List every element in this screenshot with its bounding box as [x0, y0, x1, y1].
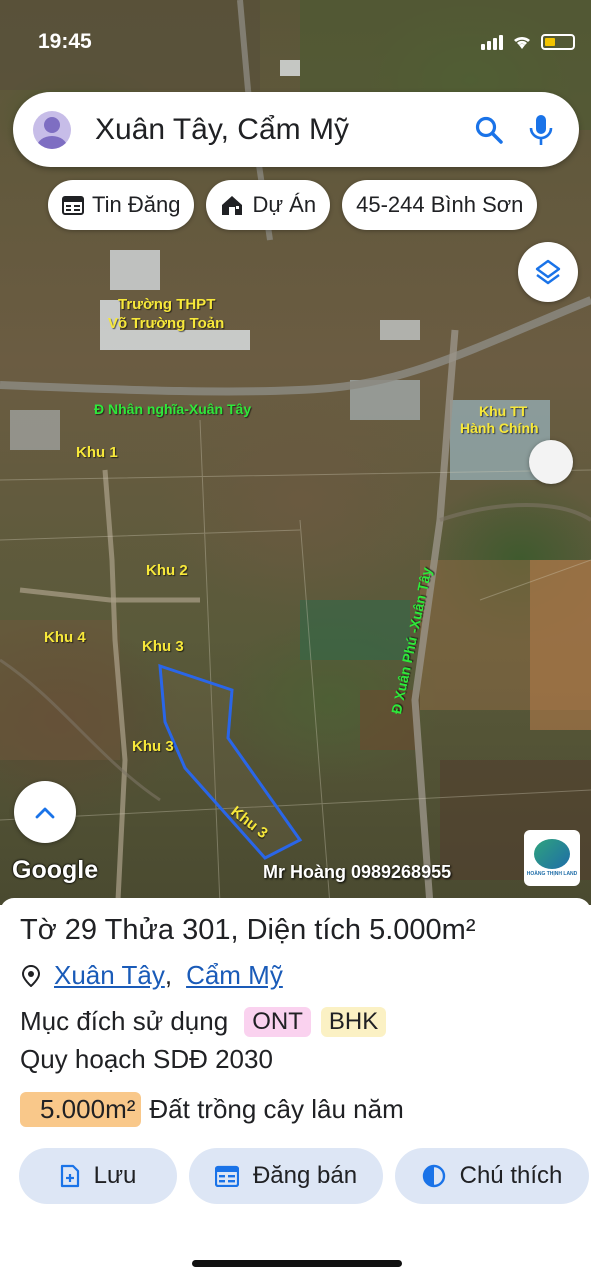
watermark: Mr Hoàng 0989268955: [263, 862, 452, 882]
area-label: Diện tích: [246, 914, 362, 946]
planning-area-badge: 5.000m²: [20, 1092, 142, 1127]
avatar[interactable]: [33, 110, 71, 149]
chip-tin-dang[interactable]: Tin Đăng: [48, 180, 195, 230]
expand-button[interactable]: [14, 781, 76, 843]
map-label-khu-1: Khu 1: [76, 444, 118, 461]
status-time: 19:45: [38, 30, 92, 53]
chip-location[interactable]: 45-244 Bình Sơn: [342, 180, 538, 230]
google-attribution: Google: [12, 856, 99, 884]
brand-text: HOÀNG THỊNH LAND: [526, 871, 578, 877]
district-link[interactable]: Cẩm Mỹ: [186, 960, 283, 991]
commune-link[interactable]: Xuân Tây: [54, 960, 165, 991]
status-bar: 19:45: [0, 0, 591, 84]
sheet-number: 29: [64, 914, 98, 946]
planning-use: Đất trồng cây lâu năm: [149, 1094, 404, 1124]
wifi-icon: [514, 36, 530, 49]
map-label-school: Trường THPT: [118, 296, 216, 313]
map-label-khu-4: Khu 4: [44, 629, 86, 646]
parcel-title: Tờ 29 Thửa 301, Diện tích 5.000m²: [20, 914, 476, 946]
parcel-info-sheet: Tờ 29 Thửa 301, Diện tích 5.000m² Xuân T…: [0, 898, 591, 1280]
chip-label: 45-244 Bình Sơn: [356, 192, 524, 217]
action-buttons: Lưu Đăng bán Chú thích: [19, 1148, 589, 1204]
battery-icon: [541, 34, 575, 50]
lot-label: Thửa: [104, 914, 174, 946]
filter-chips: Tin Đăng Dự Án 45-244 Bình Sơn: [48, 180, 538, 230]
contrast-icon: [422, 1164, 445, 1188]
location-button[interactable]: [529, 440, 573, 484]
brand-logo: HOÀNG THỊNH LAND: [524, 830, 580, 886]
home-indicator[interactable]: [192, 1260, 402, 1267]
legend-button[interactable]: Chú thích: [395, 1148, 589, 1204]
planning-area-row: 5.000m² Đất trồng cây lâu năm: [20, 1092, 404, 1127]
layers-button[interactable]: [518, 242, 578, 302]
calendar-icon: [62, 196, 84, 215]
layers-icon: [535, 259, 561, 285]
microphone-icon[interactable]: [521, 110, 561, 150]
search-bar[interactable]: Xuân Tây, Cẩm Mỹ: [13, 92, 579, 167]
map-label-admin-2: Hành Chính: [460, 420, 539, 436]
search-icon[interactable]: [469, 110, 509, 150]
house-icon: [222, 196, 243, 215]
area-unit: m²: [441, 914, 476, 946]
map-label-khu-3: Khu 3: [132, 738, 174, 755]
map-label-khu-3: Khu 3: [142, 638, 184, 655]
land-use-row: Mục đích sử dụng ONT BHK: [20, 1006, 387, 1037]
legend-button-label: Chú thích: [459, 1162, 563, 1189]
save-button-label: Lưu: [93, 1162, 137, 1189]
map-view[interactable]: 19:45 Xuân Tây, Cẩm Mỹ Tin Đăng Dự Án 45…: [0, 0, 591, 905]
chip-label: Tin Đăng: [92, 192, 181, 217]
area-value: 5.000: [369, 914, 442, 946]
map-label-school-name: Võ Trường Toản: [108, 315, 225, 332]
land-use-tag[interactable]: BHK: [320, 1006, 387, 1037]
post-sale-button-label: Đăng bán: [252, 1162, 358, 1189]
chevron-up-icon: [35, 807, 55, 819]
lot-number: 301: [182, 914, 231, 946]
location-pin-icon: [22, 964, 40, 987]
signal-icon: [481, 34, 503, 50]
purpose-label: Mục đích sử dụng: [20, 1006, 229, 1036]
save-button[interactable]: Lưu: [19, 1148, 177, 1204]
parcel-outline: [158, 663, 303, 860]
map-label-road: Đ Nhân nghĩa-Xuân Tây: [94, 401, 252, 417]
search-input[interactable]: Xuân Tây, Cẩm Mỹ: [95, 113, 469, 147]
sheet-label: Tờ: [20, 914, 57, 946]
add-document-icon: [60, 1164, 79, 1188]
status-icons: [481, 34, 575, 50]
location-row: Xuân Tây, Cẩm Mỹ: [22, 960, 283, 991]
map-label-khu-2: Khu 2: [146, 562, 188, 579]
calendar-icon: [214, 1165, 239, 1187]
chip-label: Dự Án: [252, 192, 317, 217]
chip-du-an[interactable]: Dự Án: [206, 180, 331, 230]
map-label-admin-1: Khu TT: [479, 403, 528, 419]
brand-mark-icon: [534, 839, 570, 869]
post-sale-button[interactable]: Đăng bán: [189, 1148, 383, 1204]
planning-label: Quy hoạch SDĐ 2030: [20, 1044, 273, 1074]
land-use-tag[interactable]: ONT: [244, 1006, 311, 1037]
